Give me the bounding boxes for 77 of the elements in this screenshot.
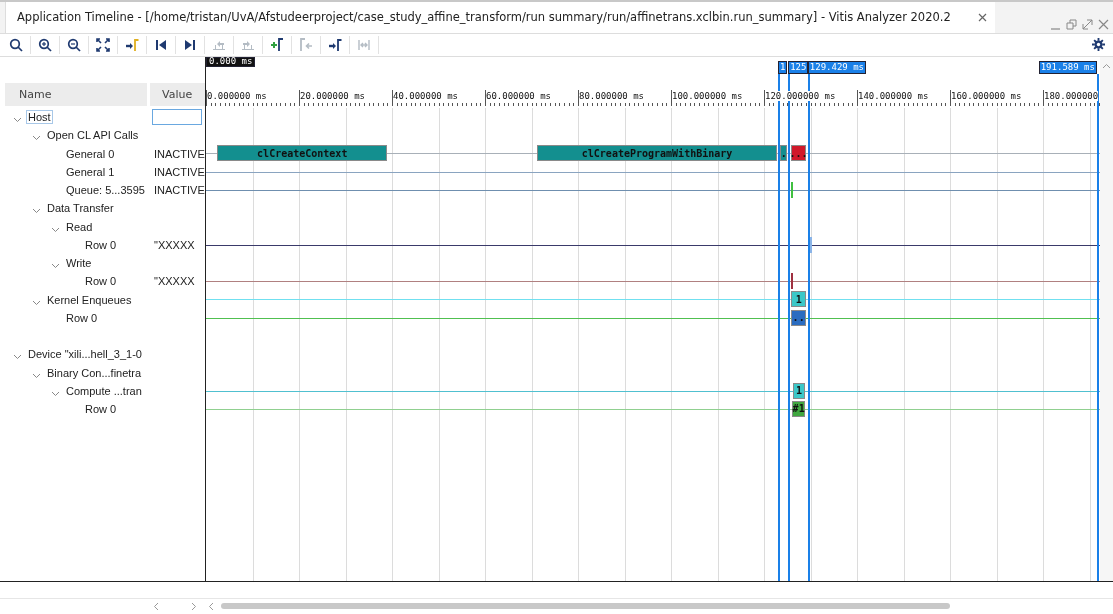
event-bar[interactable]: .. bbox=[790, 309, 807, 326]
window-tab[interactable]: Application Timeline - [/home/tristan/UvA/Afstudeerproject/case_study_affine_transform/run summary/run/affinetrans.xclbin.run_summary] - Vitis Analyzer 2020.2 bbox=[5, 2, 995, 33]
event-mark[interactable] bbox=[790, 273, 793, 290]
value-input-field[interactable] bbox=[152, 109, 202, 126]
tree-item[interactable]: Data Transfer bbox=[45, 201, 116, 216]
chevron-icon[interactable] bbox=[13, 352, 22, 362]
axis-label: 80.000000 ms bbox=[579, 90, 645, 101]
axis-label: 160.000000 ms bbox=[951, 90, 1022, 101]
scroll-up-icon[interactable] bbox=[1102, 62, 1111, 69]
axis-label: 0.000000 ms bbox=[207, 90, 267, 101]
marker-label[interactable]: 125 bbox=[788, 60, 809, 74]
expand-arrows-icon bbox=[96, 37, 110, 52]
zoom-out-icon bbox=[67, 37, 81, 52]
name-column-header[interactable]: Name bbox=[5, 82, 147, 106]
tree-item[interactable]: Device "xili...hell_3_1-0 bbox=[26, 347, 144, 362]
marker-label[interactable]: 129.429 ms bbox=[807, 60, 867, 74]
value-text: INACTIVE bbox=[153, 165, 205, 178]
event-bar[interactable]: 1 bbox=[792, 382, 806, 399]
marker-line[interactable] bbox=[1096, 73, 1099, 582]
axis-label: 60.000000 ms bbox=[486, 90, 552, 101]
value-text: "XXXXX bbox=[153, 238, 195, 251]
tree-item[interactable]: Row 0 bbox=[83, 274, 119, 289]
tree-item[interactable]: Row 0 bbox=[83, 237, 119, 252]
tree-item[interactable]: Open CL API Calls bbox=[45, 128, 141, 143]
event-bar[interactable]: clCreateProgramWithBinary bbox=[537, 145, 777, 162]
tree-item[interactable]: Row 0 bbox=[64, 310, 100, 325]
scrollbar-thumb[interactable] bbox=[221, 603, 950, 610]
event-bar[interactable]: . bbox=[780, 145, 788, 162]
close-icon[interactable] bbox=[1098, 18, 1109, 30]
arrow-bracket-icon bbox=[125, 37, 139, 52]
chevron-icon[interactable] bbox=[32, 133, 41, 143]
skip-end-icon bbox=[183, 37, 197, 52]
scroll-left-icon[interactable] bbox=[153, 602, 159, 612]
axis-label: 100.000000 ms bbox=[672, 90, 743, 101]
window-title: Application Timeline - [/home/tristan/UvA/Afstudeerproject/case_study_affine_transform/run summary/run/affinetrans.xclbin.run_summary] - Vitis Analyzer 2020.2 bbox=[17, 10, 952, 25]
zoom-in-icon bbox=[38, 37, 52, 52]
bracket-arrow-icon bbox=[299, 37, 313, 52]
arrow-bracket-icon bbox=[328, 37, 342, 52]
axis-label: 180.000000 bbox=[1044, 90, 1099, 101]
tree-item[interactable]: Binary Con...finetra bbox=[45, 365, 144, 380]
marker-label[interactable]: 1 bbox=[777, 60, 788, 74]
chevron-icon[interactable] bbox=[13, 115, 22, 125]
marker-label[interactable]: 0.000 ms bbox=[206, 56, 256, 67]
tree-item[interactable]: General 1 bbox=[64, 164, 117, 179]
event-bar[interactable]: #1 bbox=[791, 400, 806, 417]
restore-icon[interactable] bbox=[1066, 18, 1077, 30]
tree-item[interactable]: Host bbox=[26, 110, 53, 125]
event-bar[interactable]: clCreateContext bbox=[217, 145, 388, 162]
tree-item[interactable]: Kernel Enqueues bbox=[45, 292, 134, 307]
span-icon bbox=[357, 37, 371, 52]
axis-label: 140.000000 ms bbox=[858, 90, 929, 101]
tree-item[interactable]: Read bbox=[64, 219, 95, 234]
axis-label: 40.000000 ms bbox=[393, 90, 459, 101]
event-mark[interactable] bbox=[809, 236, 812, 253]
plus-bracket-icon bbox=[270, 37, 284, 52]
value-column-header[interactable]: Value bbox=[150, 82, 205, 106]
tree-item[interactable]: General 0 bbox=[64, 146, 117, 161]
resize-icon[interactable] bbox=[1082, 18, 1093, 30]
event-bar[interactable]: 1 bbox=[790, 291, 807, 308]
axis-label: 20.000000 ms bbox=[300, 90, 366, 101]
tree-item[interactable]: Compute ...tran bbox=[64, 383, 144, 398]
value-text: INACTIVE bbox=[153, 184, 205, 197]
tree-item[interactable]: Queue: 5...3595 bbox=[64, 183, 147, 198]
scroll-right-icon[interactable] bbox=[191, 602, 197, 612]
value-text: INACTIVE bbox=[153, 147, 205, 160]
scroll-left-icon[interactable] bbox=[208, 602, 214, 612]
settings-icon[interactable] bbox=[1092, 38, 1105, 52]
tree-item[interactable]: Row 0 bbox=[83, 402, 119, 417]
tree-item[interactable]: Write bbox=[64, 256, 94, 271]
chevron-icon[interactable] bbox=[32, 206, 41, 216]
value-text: "XXXXX bbox=[153, 275, 195, 288]
chevron-icon[interactable] bbox=[51, 261, 60, 271]
marker-label[interactable]: 191.589 ms bbox=[1038, 60, 1097, 74]
search-icon bbox=[9, 37, 23, 52]
close-icon[interactable] bbox=[978, 12, 987, 22]
skip-start-icon bbox=[154, 37, 168, 52]
axis-label: 120.000000 ms bbox=[765, 90, 836, 101]
